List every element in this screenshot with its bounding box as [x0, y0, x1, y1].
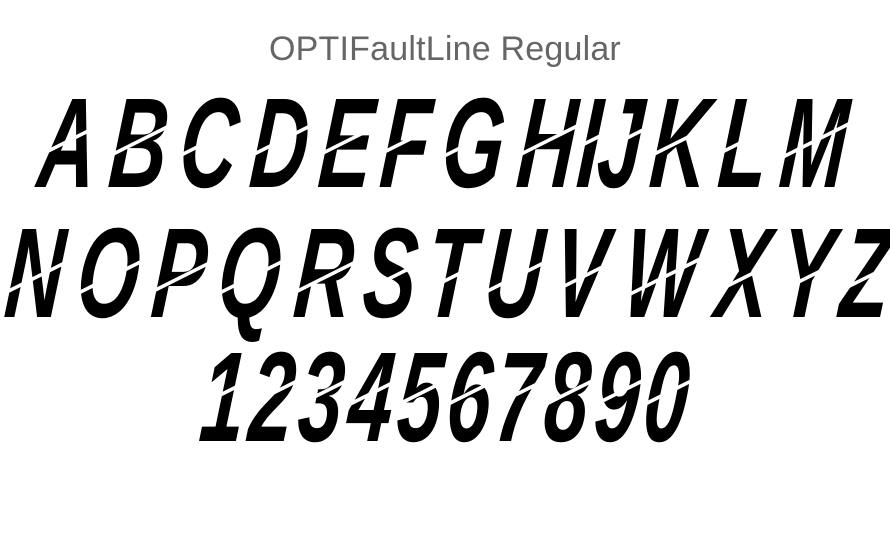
glyph-char: 4 [342, 326, 400, 469]
glyph-char: A [33, 72, 104, 215]
glyph-3: 3 [294, 326, 351, 469]
glyph-char: K [645, 72, 716, 215]
glyph-g: G [436, 72, 510, 215]
glyph-h: H [513, 72, 583, 215]
glyph-6: 6 [441, 326, 498, 469]
glyph-char: G [436, 72, 511, 215]
glyph-l: L [714, 72, 775, 215]
glyph-9: 9 [589, 326, 646, 469]
glyph-e: E [314, 72, 379, 215]
glyph-char: P [147, 202, 213, 345]
digits-row: 1234567890 [0, 326, 890, 469]
glyph-8: 8 [540, 326, 597, 469]
glyph-char: E [314, 72, 380, 215]
glyph-m: M [775, 72, 854, 215]
glyph-p: P [147, 202, 212, 345]
glyph-char: Y [773, 202, 840, 345]
glyph-z: Z [836, 202, 890, 345]
glyph-7: 7 [491, 326, 548, 469]
glyph-c: C [175, 72, 245, 215]
uppercase-row-n-z: NOPQRSTUVWXYZ [0, 202, 890, 345]
glyph-char: S [358, 202, 424, 345]
glyph-char: M [775, 72, 854, 215]
uppercase-row-a-m: ABCDEFGHIJKLM [0, 72, 890, 215]
glyph-0: 0 [638, 326, 695, 469]
glyph-char: 1 [195, 326, 252, 469]
glyph-char: 5 [392, 326, 449, 469]
glyph-char: Q [213, 202, 288, 345]
glyph-o: O [72, 202, 146, 345]
glyph-char: D [245, 72, 315, 215]
glyph-char: Z [835, 202, 890, 345]
glyph-s: S [358, 202, 423, 345]
glyph-char: 9 [588, 326, 646, 469]
glyph-t: T [420, 202, 481, 345]
glyph-char: X [710, 202, 776, 345]
glyph-w: W [619, 202, 706, 345]
glyph-b: B [104, 72, 174, 215]
glyph-2: 2 [245, 326, 302, 469]
glyph-v: V [548, 202, 613, 345]
glyph-5: 5 [392, 326, 449, 469]
glyph-char: N [0, 202, 71, 345]
glyph-char: F [376, 72, 438, 215]
glyph-a: A [34, 72, 104, 215]
glyph-char: W [618, 202, 706, 345]
glyph-char: H [512, 72, 583, 215]
glyph-f: F [376, 72, 437, 215]
glyph-char: R [289, 202, 360, 345]
glyph-y: Y [774, 202, 839, 345]
font-name-title: OPTIFaultLine Regular [269, 30, 621, 68]
font-specimen: OPTIFaultLine Regular ABCDEFGHIJKLM NOPQ… [0, 0, 890, 550]
glyph-j: J [593, 72, 650, 215]
glyph-4: 4 [343, 326, 400, 469]
glyph-char: O [72, 202, 147, 345]
glyph-char: 2 [244, 326, 302, 469]
glyph-char: B [104, 72, 174, 215]
glyph-char: L [713, 72, 775, 215]
glyph-char: C [174, 72, 245, 215]
glyph-k: K [646, 72, 716, 215]
glyph-char: 3 [293, 326, 351, 469]
glyph-char: U [479, 202, 550, 345]
glyph-char: V [548, 202, 614, 345]
glyph-char: 0 [638, 326, 695, 469]
glyph-q: Q [213, 202, 287, 345]
glyph-1: 1 [195, 326, 252, 469]
glyph-char: 7 [490, 326, 548, 469]
glyph-n: N [0, 202, 70, 345]
glyph-char: 8 [539, 326, 597, 469]
glyph-char: T [420, 202, 482, 345]
glyph-d: D [245, 72, 315, 215]
glyph-x: X [711, 202, 776, 345]
glyph-u: U [479, 202, 549, 345]
glyph-r: R [289, 202, 359, 345]
glyph-char: 6 [441, 326, 498, 469]
